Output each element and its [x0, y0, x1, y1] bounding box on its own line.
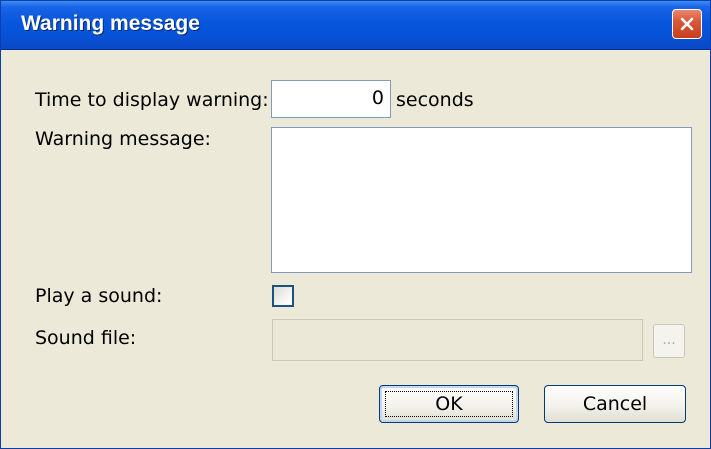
dialog-title: Warning message	[21, 12, 200, 35]
time-input[interactable]: 0	[271, 80, 391, 118]
play-sound-label: Play a sound:	[35, 285, 163, 307]
time-unit-label: seconds	[396, 89, 474, 111]
message-label: Warning message:	[35, 128, 211, 150]
focus-ring	[385, 391, 513, 417]
cancel-button-label: Cancel	[582, 393, 648, 415]
warning-dialog: Warning message Time to display warning:…	[0, 0, 711, 449]
ok-button[interactable]: OK	[379, 385, 519, 423]
play-sound-checkbox[interactable]	[272, 285, 294, 307]
warning-message-textarea[interactable]	[271, 127, 692, 273]
cancel-button[interactable]: Cancel	[544, 385, 686, 423]
sound-file-label: Sound file:	[35, 327, 137, 349]
close-button[interactable]	[672, 9, 702, 39]
title-bar[interactable]: Warning message	[1, 1, 710, 50]
browse-sound-button[interactable]: ...	[653, 324, 685, 358]
sound-file-input[interactable]	[272, 319, 643, 361]
time-label: Time to display warning:	[35, 89, 269, 111]
close-icon	[680, 17, 694, 31]
